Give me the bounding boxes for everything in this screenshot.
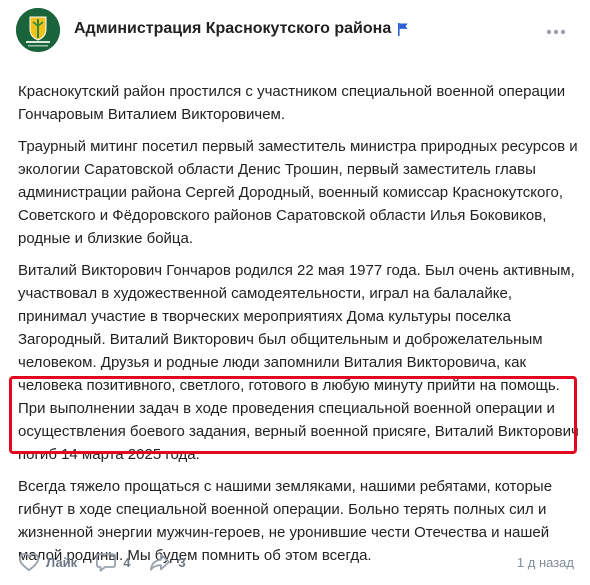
post-header: Администрация Краснокутского района (0, 0, 590, 62)
post-paragraph: Траурный митинг посетил первый заместите… (18, 138, 578, 247)
group-name-label[interactable]: Администрация Краснокутского района (74, 20, 391, 38)
like-label: Лайк (46, 554, 78, 570)
shares-count: 3 (178, 554, 186, 570)
post-paragraph: Виталий Викторович Гончаров родился 22 м… (18, 262, 579, 463)
share-icon (150, 553, 171, 571)
like-button[interactable]: Лайк (18, 552, 77, 572)
post-actions: Лайк 4 3 1 д назад (18, 548, 574, 576)
comment-icon (96, 553, 117, 572)
blue-flag-icon (398, 23, 408, 36)
group-name[interactable]: Администрация Краснокутского района (74, 20, 409, 38)
municipal-emblem-icon (16, 8, 60, 52)
post-paragraph: Краснокутский район простился с участник… (18, 83, 566, 123)
post-timestamp[interactable]: 1 д назад (517, 555, 574, 570)
comments-count: 4 (123, 554, 131, 570)
more-icon[interactable] (546, 22, 566, 36)
comment-button[interactable]: 4 (95, 552, 130, 572)
share-button[interactable]: 3 (148, 552, 186, 572)
post-body: Краснокутский район простился с участник… (18, 80, 580, 576)
group-avatar[interactable] (16, 8, 60, 52)
heart-icon (18, 553, 40, 572)
